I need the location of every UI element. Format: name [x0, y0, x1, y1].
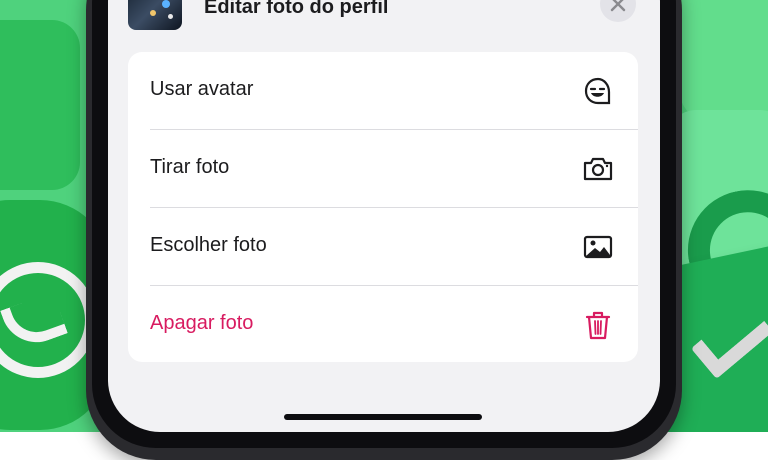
menu-item-use-avatar[interactable]: Usar avatar — [128, 52, 638, 130]
sheet-title: Editar foto do perfil — [204, 0, 389, 18]
close-button[interactable] — [600, 0, 636, 22]
background-app-tile — [680, 0, 768, 120]
profile-photo-thumbnail — [128, 0, 182, 30]
avatar-icon — [584, 77, 611, 105]
background-app-tile — [0, 20, 80, 190]
close-icon — [610, 0, 626, 12]
menu-item-label: Usar avatar — [150, 78, 254, 100]
home-indicator[interactable] — [284, 414, 482, 420]
menu-item-delete-photo[interactable]: Apagar foto — [128, 286, 638, 364]
menu-item-label: Tirar foto — [150, 156, 230, 178]
photo-options-menu: Usar avatar Tirar foto Escolher foto Apa… — [128, 52, 638, 362]
photo-icon — [583, 235, 613, 259]
menu-item-label: Apagar foto — [150, 312, 254, 334]
camera-icon — [583, 157, 613, 181]
menu-item-choose-photo[interactable]: Escolher foto — [128, 208, 638, 286]
menu-item-label: Escolher foto — [150, 234, 267, 256]
trash-icon — [585, 311, 611, 340]
menu-item-take-photo[interactable]: Tirar foto — [128, 130, 638, 208]
phone-screen: Editar foto do perfil Usar avatar Tirar … — [108, 0, 660, 432]
